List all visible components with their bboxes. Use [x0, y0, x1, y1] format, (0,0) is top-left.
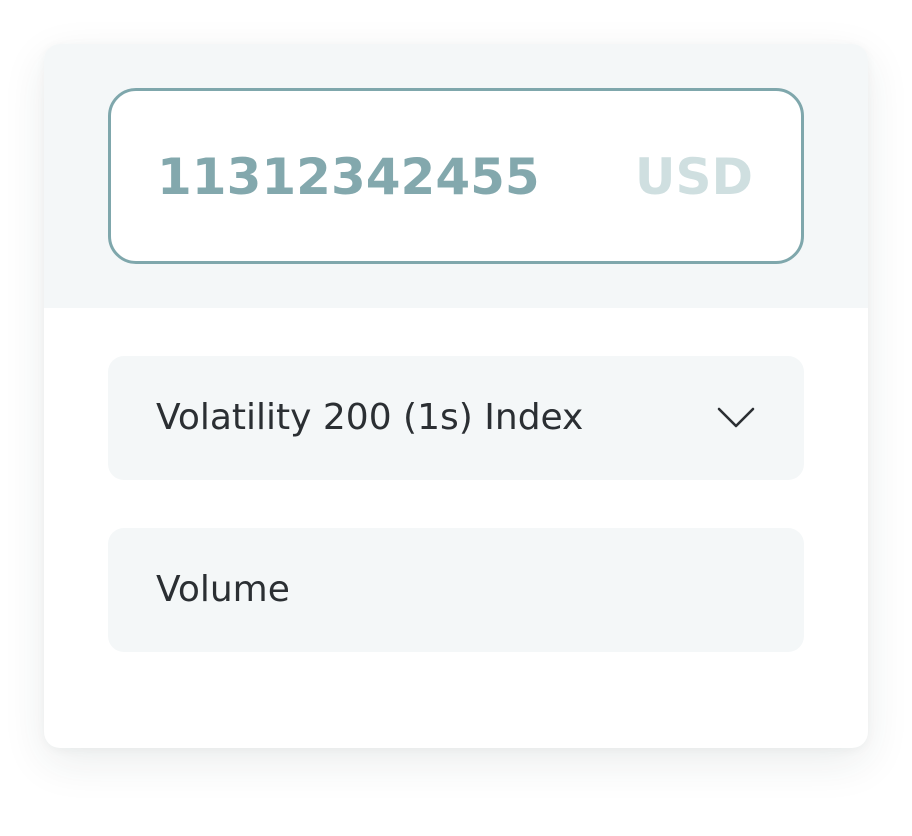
trade-type-field[interactable]: Volume	[108, 528, 804, 652]
market-select-value: Volatility 200 (1s) Index	[156, 397, 584, 438]
amount-value: 11312342455	[157, 148, 540, 206]
amount-input[interactable]: 11312342455 USD	[108, 88, 804, 264]
currency-label: USD	[634, 148, 753, 206]
market-select[interactable]: Volatility 200 (1s) Index	[108, 356, 804, 480]
chevron-down-icon[interactable]	[716, 400, 756, 436]
trade-type-value: Volume	[156, 569, 290, 610]
trade-form-card: 11312342455 USD Volatility 200 (1s) Inde…	[44, 44, 868, 748]
amount-section: 11312342455 USD	[44, 44, 868, 308]
